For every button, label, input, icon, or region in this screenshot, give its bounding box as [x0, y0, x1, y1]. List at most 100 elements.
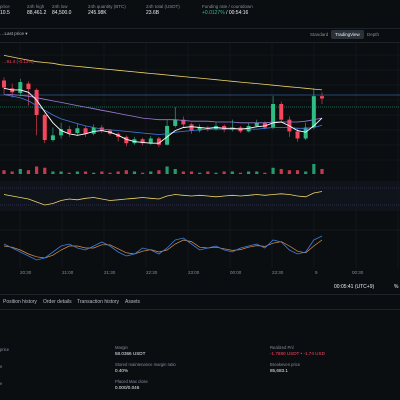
- volume-bar: [108, 172, 112, 174]
- candle-body: [189, 124, 194, 131]
- utc-clock: 00:05:41 (UTC+9): [334, 284, 375, 290]
- candle-body: [42, 114, 47, 141]
- value-placed-max-close: 0.000/0.046: [115, 385, 140, 390]
- chart-toolbar: …Last price ▾ Standard TradingView Depth: [0, 28, 400, 43]
- candle-body: [295, 131, 300, 139]
- volume-bar: [141, 172, 145, 174]
- volume-bar: [157, 170, 161, 174]
- volume-bar: [83, 171, 88, 174]
- time-tick: 21:30: [104, 270, 116, 275]
- label-realized-pnl: Realized Pnl: [270, 345, 294, 350]
- volume-bar: [271, 167, 275, 174]
- volume-bar: [92, 172, 96, 174]
- candle-body: [75, 128, 80, 133]
- volume-bar: [67, 172, 71, 174]
- account-tabs: Position history Order details Transacti…: [0, 294, 400, 310]
- volume-bar: [116, 171, 120, 174]
- percent-toggle[interactable]: %: [394, 284, 398, 290]
- tab-chart-depth[interactable]: Depth: [363, 30, 383, 39]
- candle-body: [50, 135, 55, 141]
- volume-bar: [320, 169, 324, 174]
- volume-bar: [279, 169, 283, 174]
- label-placed-max-close: Placed Max close: [115, 379, 148, 384]
- candle-body: [91, 127, 96, 134]
- volume-bar: [214, 172, 218, 174]
- value-breakeven-price: 85,683.1: [270, 368, 288, 373]
- volume-bar: [149, 171, 153, 174]
- candle-body: [2, 80, 6, 88]
- label-left-3: e: [0, 381, 3, 386]
- price-chart[interactable]: …91.4 (-0.13%): [0, 43, 400, 276]
- stat-24h-volume-btc-value: 245.98K: [88, 10, 107, 16]
- price-source-dropdown[interactable]: …Last price ▾: [0, 31, 28, 37]
- candle-body: [18, 82, 23, 94]
- volume-bar: [312, 164, 316, 174]
- ticker-stats-bar: price 10.5 24h high 88,461.2 24h low 84,…: [0, 0, 400, 29]
- candle-body: [271, 104, 276, 128]
- stat-24h-volume-usdt: 24h total (USDT) 23.6B: [146, 4, 180, 16]
- candle-body: [26, 83, 31, 90]
- volume-bar: [263, 172, 267, 174]
- time-tick: 00:00: [230, 270, 242, 275]
- volume-bar: [304, 171, 308, 174]
- time-tick: 22:30: [146, 270, 158, 275]
- candle-body: [173, 119, 178, 126]
- time-tick: 21:00: [62, 270, 74, 275]
- volume-bar: [2, 170, 6, 174]
- position-panel: price e e Margin 58.0366 USDT Stored mai…: [0, 340, 400, 400]
- time-tick: 20:30: [20, 270, 32, 275]
- volume-bar: [295, 170, 300, 174]
- tab-chart-standard[interactable]: Standard: [306, 30, 332, 39]
- tab-assets[interactable]: Assets: [125, 299, 140, 305]
- tab-chart-tradingview[interactable]: TradingView: [331, 30, 364, 39]
- volume-bar: [165, 166, 169, 174]
- label-maintenance-margin: Stored maintenance margin ratio: [115, 362, 176, 367]
- volume-bar: [18, 169, 22, 174]
- tab-position-history[interactable]: Position history: [3, 299, 37, 305]
- stat-funding-values: +0.0127% / 00:54:16: [202, 10, 253, 16]
- candle-body: [67, 129, 72, 133]
- volume-bar: [287, 170, 291, 174]
- tab-order-details[interactable]: Order details: [43, 299, 72, 305]
- stat-24h-volume-usdt-value: 23.6B: [146, 10, 160, 16]
- volume-bar: [124, 170, 128, 174]
- indicator-pane-bg: [0, 181, 400, 211]
- volume-bar: [59, 171, 63, 174]
- candle-body: [311, 96, 316, 128]
- stat-price: price 10.5: [0, 4, 10, 16]
- value-margin: 58.0366 USDT: [115, 351, 146, 356]
- stat-price-value: 10.5: [0, 10, 10, 16]
- volume-bar: [247, 171, 251, 174]
- funding-rate-value: +0.0127%: [202, 10, 225, 16]
- time-axis: 20:30 21:00 21:30 22:30 23:00 00:00 23:3…: [0, 268, 400, 278]
- stat-24h-high: 24h high 88,461.2: [27, 4, 46, 16]
- funding-countdown-value: / 00:54:16: [226, 10, 249, 16]
- stat-24h-low: 24h low 84,500.0: [52, 4, 71, 16]
- label-price: price: [0, 347, 10, 352]
- volume-bar: [238, 172, 243, 174]
- volume-bar: [181, 171, 185, 174]
- tab-transaction-history[interactable]: Transaction history: [77, 299, 119, 305]
- volume-bar: [51, 171, 55, 174]
- chart-canvas[interactable]: …91.4 (-0.13%): [0, 43, 400, 276]
- volume-bar: [189, 171, 194, 174]
- candle-body: [254, 122, 259, 126]
- volume-bar: [43, 167, 47, 174]
- value-maintenance-margin: 0.40%: [115, 368, 129, 373]
- label-left-2: e: [0, 364, 3, 369]
- volume-bar: [230, 171, 234, 174]
- volume-bar: [222, 171, 226, 174]
- volume-bar: [255, 171, 259, 174]
- time-tick: 23:00: [188, 270, 200, 275]
- stat-24h-low-value: 84,500.0: [52, 10, 72, 16]
- label-breakeven-price: Breakeven price: [270, 362, 301, 367]
- candle-body: [148, 138, 153, 144]
- stat-24h-volume-btc: 24h quantity (BTC) 245.98K: [88, 4, 126, 16]
- volume-bar: [75, 171, 79, 174]
- candle-body: [303, 127, 308, 139]
- stat-funding: Funding rate / countdown +0.0127% / 00:5…: [202, 4, 253, 16]
- label-margin: Margin: [115, 345, 128, 350]
- series-legend: …91.4 (-0.13%): [2, 59, 34, 64]
- value-realized-pnl: -1.7880 USDT • -1.74 USD: [270, 351, 325, 356]
- stat-24h-high-value: 88,461.2: [27, 10, 47, 16]
